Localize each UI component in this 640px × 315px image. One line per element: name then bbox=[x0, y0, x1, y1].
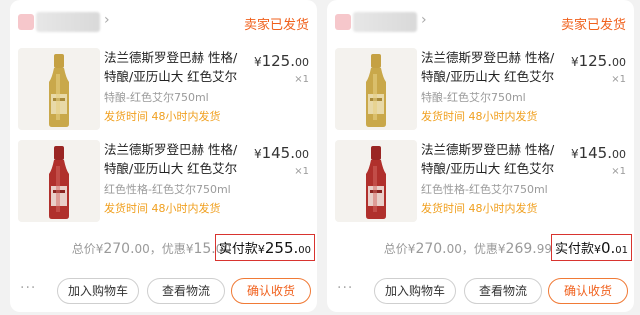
price-integer: 125. bbox=[578, 52, 612, 70]
currency-symbol: ¥ bbox=[253, 147, 262, 161]
paid-amount-highlight: 实付款¥0.01 bbox=[550, 234, 632, 261]
total-decimal: 00 bbox=[134, 242, 150, 256]
paid-amount-highlight: 实付款¥255.00 bbox=[214, 234, 315, 261]
discount-amount: 269. bbox=[505, 241, 537, 257]
price-decimal: 00 bbox=[612, 56, 626, 69]
view-logistics-button[interactable]: 查看物流 bbox=[147, 278, 225, 304]
order-item[interactable]: 法兰德斯罗登巴赫 性格/特酿/亚历山大 红色艾尔酸… ¥125.00 ×1 特酿… bbox=[327, 42, 634, 132]
shop-logo[interactable] bbox=[18, 14, 34, 30]
total-price: 270. bbox=[103, 241, 135, 257]
order-header: › 卖家已发货 bbox=[10, 0, 317, 42]
product-quantity: ×1 bbox=[611, 74, 626, 85]
shop-name-blurred[interactable] bbox=[36, 12, 100, 32]
price-integer: 145. bbox=[578, 144, 612, 162]
paid-decimal: 01 bbox=[615, 245, 628, 256]
product-spec: 红色性格-红色艾尔750ml bbox=[421, 183, 548, 196]
price-decimal: 00 bbox=[295, 148, 309, 161]
order-item[interactable]: 法兰德斯罗登巴赫 性格/特酿/亚历山大 红色艾尔酸… ¥145.00 ×1 红色… bbox=[10, 134, 317, 224]
paid-label: 实付款 bbox=[554, 242, 594, 257]
paid-currency: ¥ bbox=[593, 243, 601, 256]
price-decimal: 00 bbox=[612, 148, 626, 161]
total-label: 总价 bbox=[71, 242, 96, 256]
shipping-time: 发货时间 48小时内发货 bbox=[104, 202, 221, 215]
order-header: › 卖家已发货 bbox=[327, 0, 634, 42]
chevron-right-icon[interactable]: › bbox=[421, 12, 427, 28]
product-spec: 特酿-红色艾尔750ml bbox=[104, 91, 209, 104]
shop-logo[interactable] bbox=[335, 14, 351, 30]
product-image-red-bottle[interactable] bbox=[18, 140, 100, 222]
shipping-time: 发货时间 48小时内发货 bbox=[421, 202, 538, 215]
shipping-time: 发货时间 48小时内发货 bbox=[421, 110, 538, 123]
price-integer: 125. bbox=[261, 52, 295, 70]
discount-currency: ¥ bbox=[497, 242, 506, 256]
currency-symbol: ¥ bbox=[570, 147, 579, 161]
order-actions: ··· 加入购物车 查看物流 确认收货 bbox=[327, 276, 634, 306]
product-price: ¥125.00 bbox=[571, 52, 626, 70]
product-spec: 红色性格-红色艾尔750ml bbox=[104, 183, 231, 196]
shipping-time: 发货时间 48小时内发货 bbox=[104, 110, 221, 123]
paid-currency: ¥ bbox=[257, 243, 265, 256]
discount-decimal: 99 bbox=[536, 242, 552, 256]
add-to-cart-button[interactable]: 加入购物车 bbox=[57, 278, 139, 304]
chevron-right-icon[interactable]: › bbox=[104, 12, 110, 28]
order-actions: ··· 加入购物车 查看物流 确认收货 bbox=[10, 276, 317, 306]
paid-integer: 255. bbox=[264, 239, 299, 257]
shop-name-blurred[interactable] bbox=[353, 12, 417, 32]
discount-label: ，优惠 bbox=[149, 242, 186, 256]
order-summary: 总价¥270.00，优惠¥15.00 实付款¥255.00 bbox=[10, 232, 317, 262]
order-card[interactable]: › 卖家已发货 法兰德斯罗登巴赫 性格/特酿/亚历山大 红色艾尔酸… ¥125.… bbox=[10, 0, 317, 312]
product-title[interactable]: 法兰德斯罗登巴赫 性格/特酿/亚历山大 红色艾尔酸… bbox=[421, 140, 563, 178]
product-price: ¥145.00 bbox=[254, 144, 309, 162]
total-price: 270. bbox=[415, 241, 447, 257]
total-decimal: 00 bbox=[446, 242, 462, 256]
product-title[interactable]: 法兰德斯罗登巴赫 性格/特酿/亚历山大 红色艾尔酸… bbox=[104, 140, 246, 178]
product-price: ¥145.00 bbox=[571, 144, 626, 162]
currency-symbol: ¥ bbox=[253, 55, 262, 69]
product-title[interactable]: 法兰德斯罗登巴赫 性格/特酿/亚历山大 红色艾尔酸… bbox=[104, 48, 246, 86]
product-title[interactable]: 法兰德斯罗登巴赫 性格/特酿/亚历山大 红色艾尔酸… bbox=[421, 48, 563, 86]
price-breakdown: 总价¥270.00，优惠¥269.99 bbox=[384, 240, 552, 257]
discount-label: ，优惠 bbox=[461, 242, 498, 256]
total-label: 总价 bbox=[383, 242, 408, 256]
view-logistics-button[interactable]: 查看物流 bbox=[464, 278, 542, 304]
product-quantity: ×1 bbox=[294, 74, 309, 85]
order-status: 卖家已发货 bbox=[560, 18, 626, 33]
price-decimal: 00 bbox=[295, 56, 309, 69]
order-summary: 总价¥270.00，优惠¥269.99 实付款¥0.01 bbox=[327, 232, 634, 262]
product-image-red-bottle[interactable] bbox=[335, 140, 417, 222]
product-quantity: ×1 bbox=[611, 166, 626, 177]
product-price: ¥125.00 bbox=[254, 52, 309, 70]
discount-amount: 15. bbox=[193, 241, 216, 257]
more-icon[interactable]: ··· bbox=[20, 280, 36, 296]
currency-symbol: ¥ bbox=[570, 55, 579, 69]
confirm-receipt-button[interactable]: 确认收货 bbox=[548, 278, 628, 304]
product-spec: 特酿-红色艾尔750ml bbox=[421, 91, 526, 104]
add-to-cart-button[interactable]: 加入购物车 bbox=[374, 278, 456, 304]
paid-integer: 0. bbox=[600, 239, 616, 257]
price-integer: 145. bbox=[261, 144, 295, 162]
product-quantity: ×1 bbox=[294, 166, 309, 177]
paid-label: 实付款 bbox=[218, 242, 258, 257]
product-image-gold-bottle[interactable] bbox=[335, 48, 417, 130]
confirm-receipt-button[interactable]: 确认收货 bbox=[231, 278, 311, 304]
order-card[interactable]: › 卖家已发货 法兰德斯罗登巴赫 性格/特酿/亚历山大 红色艾尔酸… ¥125.… bbox=[327, 0, 634, 312]
order-status: 卖家已发货 bbox=[243, 18, 309, 33]
price-breakdown: 总价¥270.00，优惠¥15.00 bbox=[72, 240, 231, 257]
product-image-gold-bottle[interactable] bbox=[18, 48, 100, 130]
order-item[interactable]: 法兰德斯罗登巴赫 性格/特酿/亚历山大 红色艾尔酸… ¥145.00 ×1 红色… bbox=[327, 134, 634, 224]
order-item[interactable]: 法兰德斯罗登巴赫 性格/特酿/亚历山大 红色艾尔酸… ¥125.00 ×1 特酿… bbox=[10, 42, 317, 132]
paid-decimal: 00 bbox=[298, 245, 311, 256]
more-icon[interactable]: ··· bbox=[337, 280, 353, 296]
